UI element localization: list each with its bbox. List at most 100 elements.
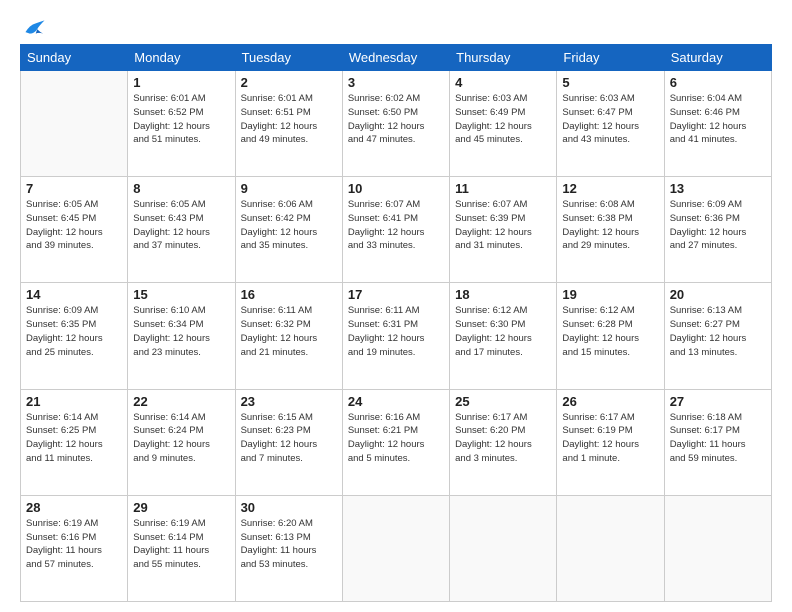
- calendar-cell: 30 Sunrise: 6:20 AM Sunset: 6:13 PM Dayli…: [235, 495, 342, 601]
- calendar-cell: 5 Sunrise: 6:03 AM Sunset: 6:47 PM Daylig…: [557, 71, 664, 177]
- day-number: 9: [241, 181, 337, 196]
- calendar-cell: [342, 495, 449, 601]
- day-info: Sunrise: 6:20 AM Sunset: 6:13 PM Dayligh…: [241, 517, 337, 572]
- day-info: Sunrise: 6:17 AM Sunset: 6:20 PM Dayligh…: [455, 411, 551, 466]
- day-info: Sunrise: 6:08 AM Sunset: 6:38 PM Dayligh…: [562, 198, 658, 253]
- week-row-5: 28 Sunrise: 6:19 AM Sunset: 6:16 PM Dayli…: [21, 495, 772, 601]
- day-number: 16: [241, 287, 337, 302]
- day-number: 15: [133, 287, 229, 302]
- calendar-cell: 20 Sunrise: 6:13 AM Sunset: 6:27 PM Dayli…: [664, 283, 771, 389]
- day-info: Sunrise: 6:13 AM Sunset: 6:27 PM Dayligh…: [670, 304, 766, 359]
- calendar-cell: 3 Sunrise: 6:02 AM Sunset: 6:50 PM Daylig…: [342, 71, 449, 177]
- calendar-cell: 28 Sunrise: 6:19 AM Sunset: 6:16 PM Dayli…: [21, 495, 128, 601]
- day-number: 1: [133, 75, 229, 90]
- day-info: Sunrise: 6:19 AM Sunset: 6:16 PM Dayligh…: [26, 517, 122, 572]
- calendar-cell: 24 Sunrise: 6:16 AM Sunset: 6:21 PM Dayli…: [342, 389, 449, 495]
- day-info: Sunrise: 6:09 AM Sunset: 6:35 PM Dayligh…: [26, 304, 122, 359]
- calendar-cell: 9 Sunrise: 6:06 AM Sunset: 6:42 PM Daylig…: [235, 177, 342, 283]
- day-info: Sunrise: 6:10 AM Sunset: 6:34 PM Dayligh…: [133, 304, 229, 359]
- day-info: Sunrise: 6:05 AM Sunset: 6:43 PM Dayligh…: [133, 198, 229, 253]
- day-number: 27: [670, 394, 766, 409]
- week-row-1: 1 Sunrise: 6:01 AM Sunset: 6:52 PM Daylig…: [21, 71, 772, 177]
- calendar-cell: 26 Sunrise: 6:17 AM Sunset: 6:19 PM Dayli…: [557, 389, 664, 495]
- logo-bird-icon: [24, 18, 46, 36]
- calendar-cell: [557, 495, 664, 601]
- week-row-2: 7 Sunrise: 6:05 AM Sunset: 6:45 PM Daylig…: [21, 177, 772, 283]
- day-number: 21: [26, 394, 122, 409]
- day-number: 2: [241, 75, 337, 90]
- day-number: 30: [241, 500, 337, 515]
- day-number: 28: [26, 500, 122, 515]
- weekday-header-monday: Monday: [128, 45, 235, 71]
- calendar-cell: 18 Sunrise: 6:12 AM Sunset: 6:30 PM Dayli…: [450, 283, 557, 389]
- day-info: Sunrise: 6:16 AM Sunset: 6:21 PM Dayligh…: [348, 411, 444, 466]
- calendar-cell: 4Sunrise: 6:03 AM Sunset: 6:49 PM Daylig…: [450, 71, 557, 177]
- day-info: Sunrise: 6:04 AM Sunset: 6:46 PM Dayligh…: [670, 92, 766, 147]
- calendar-cell: 13 Sunrise: 6:09 AM Sunset: 6:36 PM Dayli…: [664, 177, 771, 283]
- day-number: 29: [133, 500, 229, 515]
- weekday-header-row: SundayMondayTuesdayWednesdayThursdayFrid…: [21, 45, 772, 71]
- calendar-cell: 16 Sunrise: 6:11 AM Sunset: 6:32 PM Dayli…: [235, 283, 342, 389]
- calendar-cell: 6 Sunrise: 6:04 AM Sunset: 6:46 PM Daylig…: [664, 71, 771, 177]
- day-info: Sunrise: 6:12 AM Sunset: 6:28 PM Dayligh…: [562, 304, 658, 359]
- calendar-cell: 23 Sunrise: 6:15 AM Sunset: 6:23 PM Dayli…: [235, 389, 342, 495]
- day-number: 18: [455, 287, 551, 302]
- day-info: Sunrise: 6:11 AM Sunset: 6:31 PM Dayligh…: [348, 304, 444, 359]
- day-number: 20: [670, 287, 766, 302]
- calendar-cell: 21 Sunrise: 6:14 AM Sunset: 6:25 PM Dayli…: [21, 389, 128, 495]
- day-info: Sunrise: 6:01 AM Sunset: 6:52 PM Dayligh…: [133, 92, 229, 147]
- header: [20, 18, 772, 36]
- calendar-cell: 25 Sunrise: 6:17 AM Sunset: 6:20 PM Dayli…: [450, 389, 557, 495]
- weekday-header-sunday: Sunday: [21, 45, 128, 71]
- calendar-cell: 14 Sunrise: 6:09 AM Sunset: 6:35 PM Dayli…: [21, 283, 128, 389]
- day-info: Sunrise: 6:14 AM Sunset: 6:25 PM Dayligh…: [26, 411, 122, 466]
- calendar-cell: 27Sunrise: 6:18 AM Sunset: 6:17 PM Dayli…: [664, 389, 771, 495]
- day-number: 17: [348, 287, 444, 302]
- day-number: 7: [26, 181, 122, 196]
- day-info: Sunrise: 6:06 AM Sunset: 6:42 PM Dayligh…: [241, 198, 337, 253]
- calendar-cell: 15 Sunrise: 6:10 AM Sunset: 6:34 PM Dayli…: [128, 283, 235, 389]
- calendar-cell: 7 Sunrise: 6:05 AM Sunset: 6:45 PM Daylig…: [21, 177, 128, 283]
- calendar-table: SundayMondayTuesdayWednesdayThursdayFrid…: [20, 44, 772, 602]
- day-info: Sunrise: 6:05 AM Sunset: 6:45 PM Dayligh…: [26, 198, 122, 253]
- calendar-cell: 29Sunrise: 6:19 AM Sunset: 6:14 PM Dayli…: [128, 495, 235, 601]
- day-info: Sunrise: 6:02 AM Sunset: 6:50 PM Dayligh…: [348, 92, 444, 147]
- day-number: 26: [562, 394, 658, 409]
- weekday-header-thursday: Thursday: [450, 45, 557, 71]
- day-info: Sunrise: 6:11 AM Sunset: 6:32 PM Dayligh…: [241, 304, 337, 359]
- calendar-cell: 1 Sunrise: 6:01 AM Sunset: 6:52 PM Daylig…: [128, 71, 235, 177]
- day-number: 3: [348, 75, 444, 90]
- day-number: 13: [670, 181, 766, 196]
- day-number: 12: [562, 181, 658, 196]
- calendar-cell: [450, 495, 557, 601]
- week-row-4: 21 Sunrise: 6:14 AM Sunset: 6:25 PM Dayli…: [21, 389, 772, 495]
- day-number: 25: [455, 394, 551, 409]
- day-info: Sunrise: 6:12 AM Sunset: 6:30 PM Dayligh…: [455, 304, 551, 359]
- day-info: Sunrise: 6:03 AM Sunset: 6:49 PM Dayligh…: [455, 92, 551, 147]
- day-info: Sunrise: 6:09 AM Sunset: 6:36 PM Dayligh…: [670, 198, 766, 253]
- calendar-cell: [664, 495, 771, 601]
- day-info: Sunrise: 6:15 AM Sunset: 6:23 PM Dayligh…: [241, 411, 337, 466]
- day-info: Sunrise: 6:03 AM Sunset: 6:47 PM Dayligh…: [562, 92, 658, 147]
- calendar-cell: 11 Sunrise: 6:07 AM Sunset: 6:39 PM Dayli…: [450, 177, 557, 283]
- day-number: 14: [26, 287, 122, 302]
- day-number: 23: [241, 394, 337, 409]
- week-row-3: 14 Sunrise: 6:09 AM Sunset: 6:35 PM Dayli…: [21, 283, 772, 389]
- calendar-cell: 2Sunrise: 6:01 AM Sunset: 6:51 PM Daylig…: [235, 71, 342, 177]
- day-number: 19: [562, 287, 658, 302]
- day-number: 11: [455, 181, 551, 196]
- day-number: 24: [348, 394, 444, 409]
- weekday-header-saturday: Saturday: [664, 45, 771, 71]
- day-info: Sunrise: 6:07 AM Sunset: 6:41 PM Dayligh…: [348, 198, 444, 253]
- calendar-cell: 12 Sunrise: 6:08 AM Sunset: 6:38 PM Dayli…: [557, 177, 664, 283]
- day-info: Sunrise: 6:17 AM Sunset: 6:19 PM Dayligh…: [562, 411, 658, 466]
- calendar-cell: 17 Sunrise: 6:11 AM Sunset: 6:31 PM Dayli…: [342, 283, 449, 389]
- calendar-cell: 8Sunrise: 6:05 AM Sunset: 6:43 PM Daylig…: [128, 177, 235, 283]
- logo: [20, 18, 48, 36]
- day-number: 6: [670, 75, 766, 90]
- weekday-header-wednesday: Wednesday: [342, 45, 449, 71]
- calendar-cell: 22Sunrise: 6:14 AM Sunset: 6:24 PM Dayli…: [128, 389, 235, 495]
- day-info: Sunrise: 6:07 AM Sunset: 6:39 PM Dayligh…: [455, 198, 551, 253]
- day-number: 5: [562, 75, 658, 90]
- calendar-cell: 19 Sunrise: 6:12 AM Sunset: 6:28 PM Dayli…: [557, 283, 664, 389]
